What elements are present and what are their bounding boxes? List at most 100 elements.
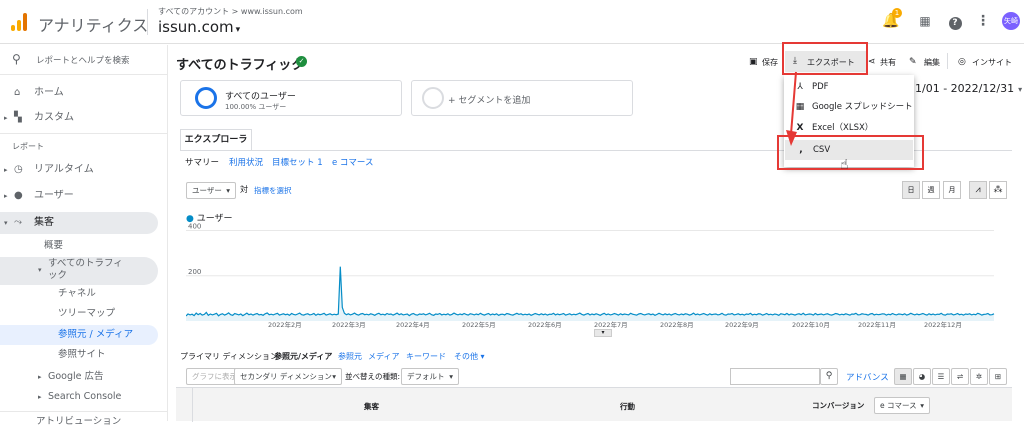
add-segment-label: + セグメントを追加 bbox=[448, 96, 531, 106]
dimension-source[interactable]: 参照元 bbox=[338, 351, 362, 362]
expand-arrow-icon: ▸ bbox=[38, 393, 42, 401]
page-title: すべてのトラフィック bbox=[176, 58, 305, 73]
menu-label: Google スプレッドシート bbox=[812, 102, 913, 112]
sidebar-item-treemaps[interactable]: ツリーマップ bbox=[58, 304, 115, 324]
hand-cursor-icon: ☝ bbox=[840, 157, 849, 173]
acquisition-icon: ⤳ bbox=[14, 217, 22, 228]
pivot-view-icon[interactable]: ⊞ bbox=[989, 368, 1007, 385]
expand-arrow-icon: ▸ bbox=[4, 114, 8, 122]
sidebar-item-google-ads[interactable]: ▸ Google 広告 bbox=[0, 367, 158, 387]
search-input[interactable]: レポートとヘルプを検索 bbox=[36, 54, 130, 66]
comparison-view-icon[interactable]: ⇌ bbox=[951, 368, 969, 385]
vs-label: 対 bbox=[240, 185, 248, 194]
sidebar-item-search-console[interactable]: ▸ Search Console bbox=[0, 387, 158, 407]
search-icon[interactable]: ⚲ bbox=[820, 368, 838, 385]
chart-collapse-handle[interactable]: ▾ bbox=[594, 329, 612, 337]
granularity-month[interactable]: 月 bbox=[943, 181, 961, 199]
table-header: 集客 行動 コンバージョン e コマース ▾ bbox=[176, 387, 1012, 422]
granularity-week[interactable]: 週 bbox=[922, 181, 940, 199]
avatar[interactable]: 矢崎 bbox=[1002, 12, 1020, 30]
sort-type-select[interactable]: デフォルト ▾ bbox=[401, 368, 459, 385]
property-selector[interactable]: issun.com ▾ bbox=[158, 18, 240, 36]
x-tick-label: 2022年10月 bbox=[792, 320, 830, 329]
help-icon[interactable]: ? bbox=[946, 12, 964, 30]
granularity-day[interactable]: 日 bbox=[902, 181, 920, 199]
subtab-goal-set[interactable]: 目標セット 1 bbox=[272, 156, 323, 168]
segment-name: すべてのユーザー bbox=[225, 92, 296, 102]
sidebar-item-acquisition[interactable]: ▾ ⤳ 集客 bbox=[0, 212, 158, 234]
segment-all-users[interactable]: すべてのユーザー 100.00% ユーザー bbox=[180, 80, 402, 116]
account-breadcrumb[interactable]: すべてのアカウント > www.issun.com bbox=[158, 6, 303, 17]
app-title: アナリティクス bbox=[38, 16, 149, 35]
x-tick-label: 2022年11月 bbox=[858, 320, 896, 329]
sidebar-item-audience[interactable]: ▸ ● ユーザー bbox=[0, 185, 158, 207]
save-button[interactable]: 保存 bbox=[762, 57, 778, 68]
date-range-picker[interactable]: 1/01 - 2022/12/31 ▾ bbox=[915, 82, 1022, 95]
sidebar-item-overview[interactable]: 概要 bbox=[44, 236, 63, 256]
person-icon: ● bbox=[14, 190, 23, 201]
sidebar-search[interactable]: ⚲ レポートとヘルプを検索 bbox=[0, 45, 168, 75]
sidebar-item-custom[interactable]: ▸ ▚ カスタム bbox=[0, 107, 158, 129]
insight-button[interactable]: インサイト bbox=[972, 57, 1012, 68]
line-chart-icon[interactable]: ⩘ bbox=[969, 181, 987, 199]
sort-type-label: 並べ替えの種類: bbox=[345, 372, 401, 381]
segment-ring-icon bbox=[422, 87, 444, 109]
edit-button[interactable]: 編集 bbox=[924, 57, 940, 68]
sidebar-item-realtime[interactable]: ▸ ◷ リアルタイム bbox=[0, 159, 158, 181]
select-metric-link[interactable]: 指標を選択 bbox=[254, 185, 292, 196]
more-vert-icon[interactable]: ⋮ bbox=[974, 12, 992, 30]
expand-arrow-icon: ▸ bbox=[38, 373, 42, 381]
clock-icon: ◷ bbox=[14, 164, 23, 175]
pie-view-icon[interactable]: ◕ bbox=[913, 368, 931, 385]
add-segment-button[interactable]: + セグメントを追加 bbox=[411, 80, 633, 116]
subtab-ecommerce[interactable]: e コマース bbox=[332, 156, 374, 168]
share-icon: ⋖ bbox=[868, 57, 876, 67]
verified-check-icon: ✓ bbox=[296, 56, 307, 67]
sidebar-item-all-traffic[interactable]: ▾ すべてのトラフィック bbox=[0, 257, 158, 285]
metric-select[interactable]: ユーザー ▾ bbox=[186, 182, 236, 199]
caret-down-icon: ▾ bbox=[920, 401, 924, 410]
x-tick-label: 2022年8月 bbox=[660, 320, 694, 329]
table-view-icon[interactable]: ▦ bbox=[894, 368, 912, 385]
dimension-medium[interactable]: メディア bbox=[368, 351, 399, 362]
segment-ring-icon bbox=[195, 87, 217, 109]
sidebar-item-referrals[interactable]: 参照サイト bbox=[58, 345, 106, 365]
sidebar-label: 集客 bbox=[34, 217, 54, 228]
collapse-arrow-icon: ▾ bbox=[4, 219, 8, 227]
dimension-keyword[interactable]: キーワード bbox=[406, 351, 446, 362]
menu-label: PDF bbox=[812, 82, 829, 92]
tab-explorer[interactable]: エクスプローラ bbox=[180, 129, 252, 151]
subtab-summary[interactable]: サマリー bbox=[185, 156, 219, 168]
sidebar-item-attribution[interactable]: アトリビューション bbox=[36, 413, 121, 427]
subtab-usage[interactable]: 利用状況 bbox=[229, 156, 263, 168]
notification-badge: 1 bbox=[892, 8, 902, 18]
performance-view-icon[interactable]: ☰ bbox=[932, 368, 950, 385]
series-line bbox=[186, 266, 995, 317]
y-tick-label: 200 bbox=[188, 268, 201, 276]
sidebar-item-channels[interactable]: チャネル bbox=[58, 284, 96, 304]
table-search-input[interactable] bbox=[730, 368, 820, 385]
conversion-select[interactable]: e コマース ▾ bbox=[874, 397, 930, 414]
dimension-other[interactable]: その他 ▾ bbox=[454, 351, 485, 362]
column-behavior: 行動 bbox=[620, 402, 635, 411]
expand-arrow-icon: ▸ bbox=[4, 192, 8, 200]
share-button[interactable]: 共有 bbox=[880, 57, 896, 68]
advanced-filter-link[interactable]: アドバンス bbox=[846, 371, 889, 383]
sidebar: ⚲ レポートとヘルプを検索 ⌂ ホーム ▸ ▚ カスタム レポート ▸ ◷ リアルタイム … bbox=[0, 45, 168, 427]
expand-arrow-icon: ▸ bbox=[4, 166, 8, 174]
motion-chart-icon[interactable]: ⁂ bbox=[989, 181, 1007, 199]
dimension-source-medium: 参照元/メディア bbox=[274, 352, 333, 361]
date-range: 1/01 - 2022/12/31 bbox=[915, 82, 1015, 95]
apps-grid-icon[interactable]: ▦ bbox=[916, 12, 934, 30]
sidebar-item-source-medium[interactable]: 参照元 / メディア bbox=[0, 325, 158, 345]
secondary-dimension-select[interactable]: セカンダリ ディメンション ▾ bbox=[234, 368, 342, 385]
header-divider bbox=[147, 9, 148, 35]
segment-percent: 100.00% ユーザー bbox=[225, 103, 287, 111]
analytics-logo[interactable] bbox=[11, 13, 27, 31]
x-tick-label: 2022年3月 bbox=[332, 320, 366, 329]
save-icon: ▣ bbox=[749, 57, 758, 67]
sidebar-item-home[interactable]: ⌂ ホーム bbox=[0, 82, 158, 104]
divider bbox=[0, 411, 168, 412]
collapse-arrow-icon: ▾ bbox=[38, 266, 42, 274]
term-cloud-icon[interactable]: ✲ bbox=[970, 368, 988, 385]
